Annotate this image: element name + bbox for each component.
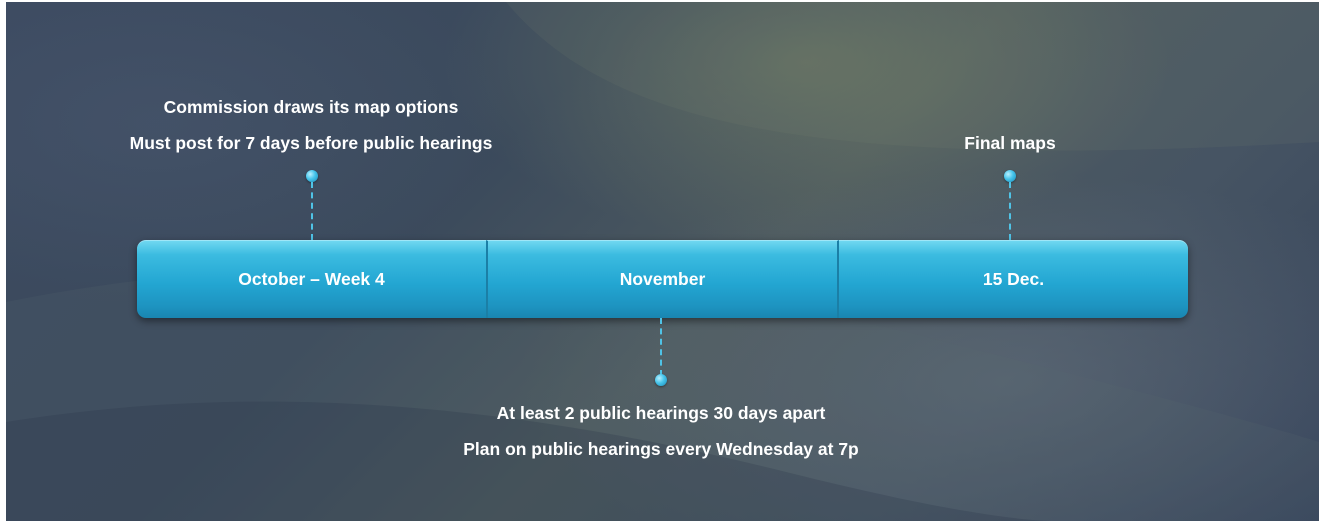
callout-hearings-connector bbox=[660, 318, 662, 376]
callout-final-line1: Final maps bbox=[964, 133, 1056, 153]
callout-commission-connector bbox=[311, 182, 313, 240]
callout-hearings-line2: Plan on public hearings every Wednesday … bbox=[463, 439, 859, 459]
timeline-slide: Commission draws its map options Must po… bbox=[6, 2, 1319, 521]
timeline-segment-november: November bbox=[486, 240, 839, 318]
callout-commission-line2: Must post for 7 days before public heari… bbox=[129, 133, 493, 153]
callout-final-connector bbox=[1009, 182, 1011, 240]
callout-final-dot bbox=[1004, 170, 1016, 182]
timeline-segment-october: October – Week 4 bbox=[137, 240, 486, 318]
callout-hearings-line1: At least 2 public hearings 30 days apart bbox=[496, 403, 826, 423]
callout-commission-dot bbox=[306, 170, 318, 182]
timeline-bar: October – Week 4 November 15 Dec. bbox=[137, 240, 1188, 318]
callout-hearings-dot bbox=[655, 374, 667, 386]
callout-commission-line1: Commission draws its map options bbox=[163, 97, 459, 117]
timeline-segment-december: 15 Dec. bbox=[839, 240, 1188, 318]
